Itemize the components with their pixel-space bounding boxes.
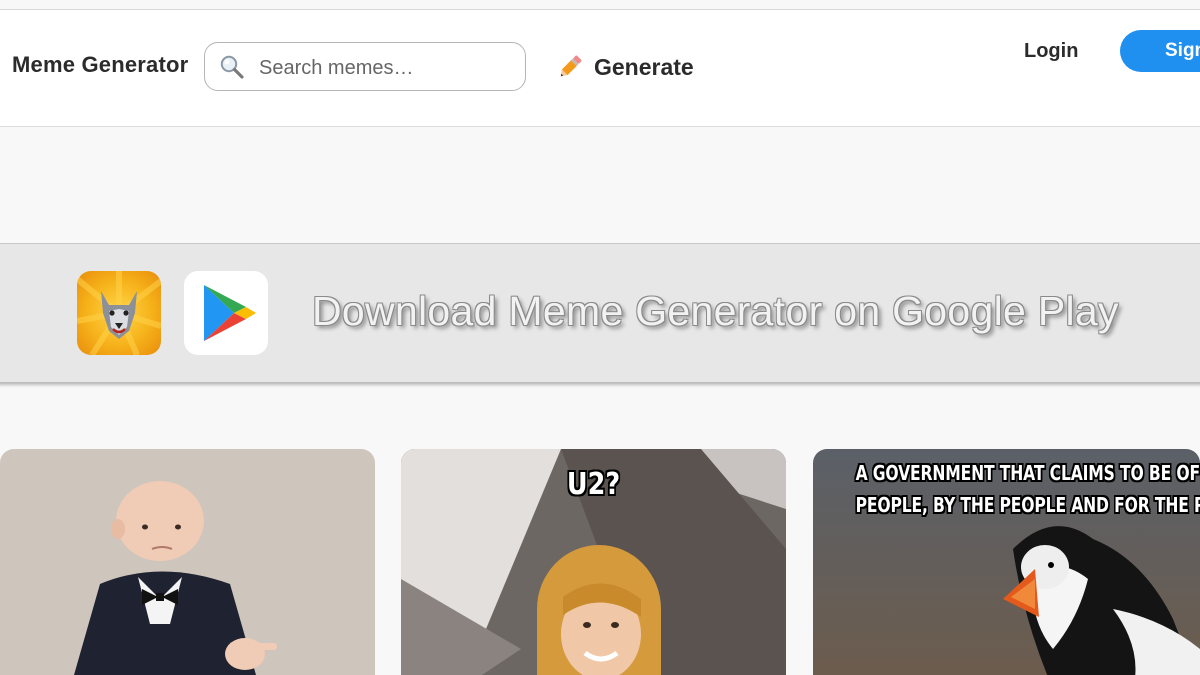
search-icon: [220, 55, 244, 79]
search-input[interactable]: [257, 51, 521, 85]
banner-text: Download Meme Generator on Google Play: [312, 288, 1119, 334]
search-box[interactable]: [204, 42, 526, 91]
meme-caption-line-1: A GOVERNMENT THAT CLAIMS TO BE OF THE: [855, 461, 1200, 485]
signup-button[interactable]: Sign: [1120, 30, 1200, 72]
login-link[interactable]: Login: [1024, 40, 1078, 63]
page: Meme Generator Generate Login: [0, 0, 1200, 675]
meme-card[interactable]: A GOVERNMENT THAT CLAIMS TO BE OF THE PE…: [813, 449, 1200, 675]
courage-wolf-icon: [77, 271, 161, 355]
meme-caption: U2?: [566, 467, 621, 502]
generate-label: Generate: [594, 53, 694, 80]
google-play-banner[interactable]: Download Meme Generator on Google Play: [0, 243, 1200, 382]
meme-caption-line-2: PEOPLE, BY THE PEOPLE AND FOR THE PEOPLE: [855, 493, 1200, 517]
pencil-icon: [560, 55, 582, 77]
generate-link[interactable]: Generate: [556, 50, 694, 84]
meme-image: [0, 449, 375, 675]
meme-card[interactable]: U2?: [401, 449, 786, 675]
meme-card[interactable]: [0, 449, 375, 675]
site-header: Meme Generator Generate Login: [0, 10, 1200, 127]
site-logo[interactable]: Meme Generator: [12, 52, 188, 78]
google-play-icon: [184, 271, 268, 355]
